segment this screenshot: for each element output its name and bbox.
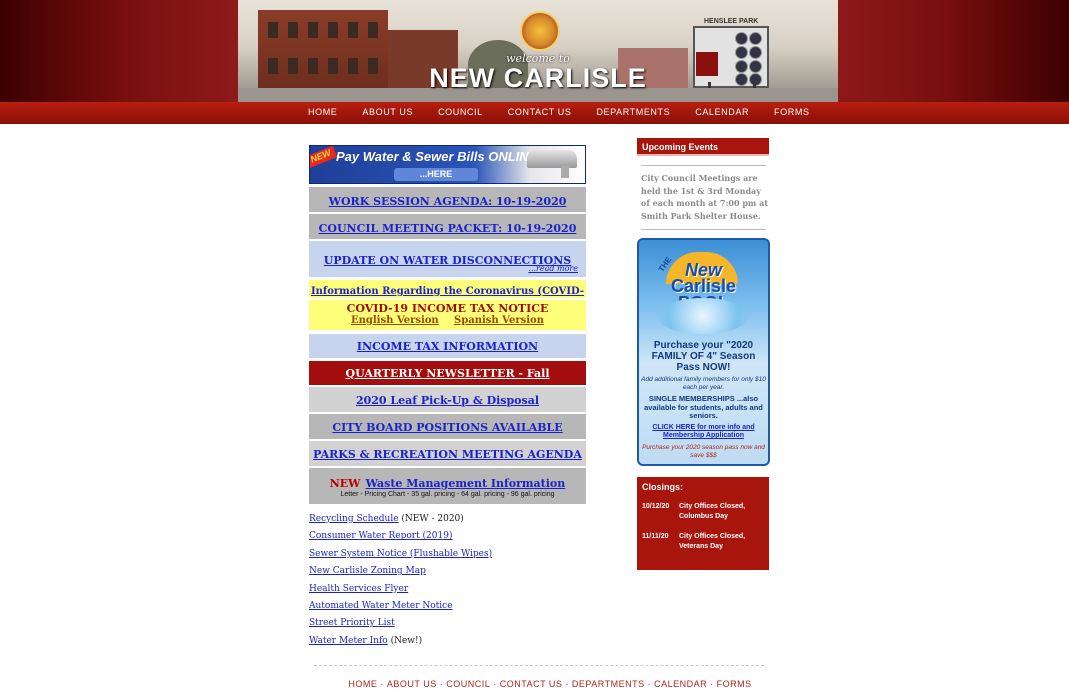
pool-more-info-link[interactable]: CLICK HERE for more info and Membership … (639, 424, 768, 440)
pool-purchase-text: Purchase your "2020 FAMILY OF 4" Season … (651, 340, 756, 373)
list-item: Water Meter Info (New!) (309, 636, 609, 653)
pool-add-members-text: Add additional family members for only $… (641, 376, 766, 391)
list-item: Health Services Flyer (309, 584, 609, 601)
work-session-box: WORK SESSION AGENDA: 10-19-2020 (309, 187, 586, 212)
water-splash-icon (657, 298, 749, 334)
spanish-version-link[interactable]: Spanish Version (454, 315, 544, 326)
nav-council[interactable]: COUNCIL (438, 102, 483, 124)
closing-text: City Offices Closed, Veterans Day (679, 533, 746, 550)
meetings-text: City Council Meetings are held the 1st &… (641, 173, 769, 221)
pool-single-memberships-text: SINGLE MEMBERSHIPS ...also available for… (644, 394, 763, 420)
closings-box: Closings: 10/12/20 City Offices Closed, … (637, 477, 769, 570)
pay-bills-online-banner[interactable]: NEW Pay Water & Sewer Bills ONLINE ...HE… (309, 145, 586, 184)
footer-nav-council[interactable]: COUNCIL (446, 679, 490, 689)
closing-item: 11/11/20 City Offices Closed, Veterans D… (642, 532, 767, 552)
street-priority-link[interactable]: Street Priority List (309, 618, 395, 628)
pay-here-button[interactable]: ...HERE (394, 168, 478, 181)
footer-nav-about-us[interactable]: ABOUT US (387, 679, 437, 689)
parks-agenda-box: PARKS & RECREATION MEETING AGENDA (309, 441, 586, 466)
footer-separator: · (439, 679, 444, 689)
nav-contact-us[interactable]: CONTACT US (508, 102, 572, 124)
nav-calendar[interactable]: CALENDAR (695, 102, 749, 124)
nav-about-us[interactable]: ABOUT US (362, 102, 413, 124)
park-sign-title: HENSLEE PARK (704, 18, 759, 25)
list-item: Recycling Schedule (NEW - 2020) (309, 514, 609, 531)
waste-pricing-links[interactable]: Letter - Pricing Chart - 35 gal. pricing… (309, 491, 586, 498)
council-packet-box: COUNCIL MEETING PACKET: 10-19-2020 (309, 214, 586, 239)
footer-divider (314, 665, 764, 666)
pay-bills-text: Pay Water & Sewer Bills ONLINE (336, 149, 538, 164)
faucet-icon (527, 150, 577, 168)
waste-management-box: NEW Waste Management Information Letter … (309, 468, 586, 504)
nav-home[interactable]: HOME (308, 102, 337, 124)
nav-forms[interactable]: FORMS (774, 102, 810, 124)
closing-item: 10/12/20 City Offices Closed, Columbus D… (642, 502, 767, 522)
water-meter-info-link[interactable]: Water Meter Info (309, 636, 388, 646)
read-more-link[interactable]: ...read more (528, 264, 578, 273)
footer-nav-home[interactable]: HOME (348, 679, 377, 689)
list-item: Street Priority List (309, 618, 609, 635)
newsletter-box: QUARTERLY NEWSLETTER - Fall (309, 361, 586, 385)
town-title: NEW CARLISLE (429, 63, 647, 93)
water-meter-notice-link[interactable]: Automated Water Meter Notice (309, 601, 453, 611)
work-session-link[interactable]: WORK SESSION AGENDA: 10-19-2020 (329, 195, 567, 208)
link-note: (New!) (387, 635, 423, 646)
nav-departments[interactable]: DEPARTMENTS (596, 102, 670, 124)
upcoming-events-header: Upcoming Events (637, 138, 769, 156)
recycling-schedule-link[interactable]: Recycling Schedule (309, 514, 399, 524)
footer-nav-calendar[interactable]: CALENDAR (654, 679, 707, 689)
list-item: Sewer System Notice (Flushable Wipes) (309, 549, 609, 566)
footer-separator: · (380, 679, 384, 689)
water-disconnect-box: UPDATE ON WATER DISCONNECTIONS ...read m… (309, 241, 586, 277)
banner-photo: HENSLEE PARK welcome to NEW CARLISLE (238, 0, 838, 102)
english-version-link[interactable]: English Version (351, 315, 439, 326)
divider (641, 229, 766, 230)
board-positions-link[interactable]: CITY BOARD POSITIONS AVAILABLE (332, 421, 562, 434)
list-item: New Carlisle Zoning Map (309, 566, 609, 583)
pool-season-pass-ad[interactable]: THE New Carlisle POOL Purchase your "202… (637, 238, 770, 466)
board-positions-box: CITY BOARD POSITIONS AVAILABLE (309, 414, 586, 439)
parks-agenda-link[interactable]: PARKS & RECREATION MEETING AGENDA (313, 448, 582, 461)
health-flyer-link[interactable]: Health Services Flyer (309, 584, 408, 594)
closing-text: City Offices Closed, Columbus Day (679, 503, 746, 520)
faucet-spout-icon (561, 166, 569, 178)
sewer-notice-link[interactable]: Sewer System Notice (Flushable Wipes) (309, 549, 492, 559)
closing-date: 11/11/20 (642, 533, 669, 540)
closings-title: Closings: (642, 482, 684, 492)
income-tax-box: INCOME TAX INFORMATION (309, 334, 586, 358)
council-packet-link[interactable]: COUNCIL MEETING PACKET: 10-19-2020 (319, 222, 577, 235)
divider (641, 165, 766, 166)
leaf-pickup-link[interactable]: 2020 Leaf Pick-Up & Disposal (356, 394, 539, 407)
list-item: Consumer Water Report (2019) (309, 531, 609, 548)
zoning-map-link[interactable]: New Carlisle Zoning Map (309, 566, 426, 576)
footer-nav-forms[interactable]: FORMS (717, 679, 752, 689)
waste-management-link[interactable]: Waste Management Information (366, 477, 566, 490)
newsletter-link[interactable]: QUARTERLY NEWSLETTER - Fall (345, 367, 549, 380)
footer-separator: · (493, 679, 497, 689)
link-note: (NEW - 2020) (398, 514, 464, 524)
footer-nav: HOME · ABOUT US · COUNCIL · CONTACT US · DEPARTM… (0, 679, 1069, 689)
footer-separator: · (710, 679, 714, 689)
income-tax-link[interactable]: INCOME TAX INFORMATION (357, 340, 538, 353)
covid-tax-title: COVID-19 INCOME TAX NOTICE (346, 302, 549, 315)
list-item: Automated Water Meter Notice (309, 601, 609, 618)
closing-date: 10/12/20 (642, 503, 670, 510)
site-banner: HENSLEE PARK welcome to NEW CARLISLE (0, 0, 1069, 102)
covid-info-box: Information Regarding the Coronavirus (C… (309, 280, 586, 315)
main-nav: HOME ABOUT US COUNCIL CONTACT US DEPARTM… (0, 102, 1069, 124)
footer-nav-contact-us[interactable]: CONTACT US (500, 679, 563, 689)
footer-nav-departments[interactable]: DEPARTMENTS (572, 679, 645, 689)
water-report-link[interactable]: Consumer Water Report (2019) (309, 531, 452, 541)
footer-separator: · (647, 679, 652, 689)
city-logo-icon (520, 11, 560, 51)
pool-save-text: Purchase your 2020 season pass now and s… (642, 444, 765, 459)
covid-tax-box: COVID-19 INCOME TAX NOTICE English Versi… (309, 300, 586, 330)
waste-new-label: NEW (329, 477, 361, 490)
document-links-list: Recycling Schedule (NEW - 2020) Consumer… (309, 514, 609, 653)
footer-separator: · (565, 679, 569, 689)
leaf-pickup-box: 2020 Leaf Pick-Up & Disposal (309, 387, 586, 412)
new-tag: NEW (310, 146, 338, 169)
